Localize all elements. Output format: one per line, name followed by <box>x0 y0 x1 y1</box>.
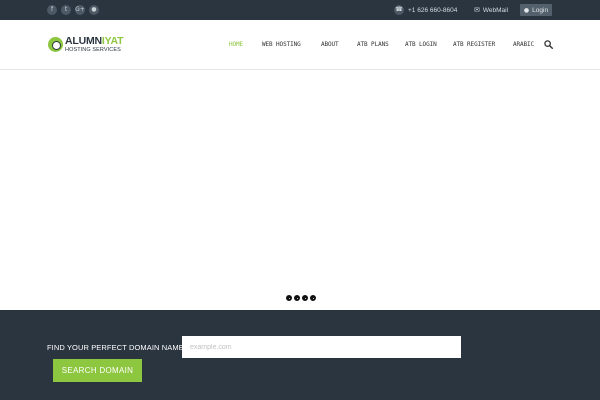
logo-text: ALUMNIYAT HOSTING SERVICES <box>65 35 124 53</box>
hero-slider <box>0 71 600 309</box>
twitter-icon[interactable]: t <box>61 5 71 15</box>
slider-dot[interactable] <box>294 295 300 301</box>
search-icon[interactable] <box>544 40 553 49</box>
phone-icon: ☎ <box>394 5 404 15</box>
top-bar: f t G+ ● ☎ +1 626 660-8604 ✉ WebMail ● L… <box>0 0 600 20</box>
slider-dot[interactable] <box>286 295 292 301</box>
logo[interactable]: ALUMNIYAT HOSTING SERVICES <box>48 35 124 53</box>
logo-subtitle: HOSTING SERVICES <box>65 46 121 53</box>
nav-item-home[interactable]: HOME <box>229 41 243 48</box>
search-domain-button[interactable]: SEARCH DOMAIN <box>53 359 142 382</box>
slider-dots <box>286 295 316 301</box>
rss-icon[interactable]: ● <box>89 5 99 15</box>
page: f t G+ ● ☎ +1 626 660-8604 ✉ WebMail ● L… <box>0 0 600 400</box>
login-label: Login <box>532 6 549 14</box>
nav-item-web-hosting[interactable]: WEB HOSTING <box>262 41 301 48</box>
nav-item-atb-login[interactable]: ATB LOGIN <box>405 41 437 48</box>
logo-name-accent: IYAT <box>101 35 124 47</box>
logo-name-main: ALUMN <box>65 35 102 47</box>
webmail-label: WebMail <box>482 6 509 14</box>
logo-name: ALUMNIYAT <box>65 35 124 47</box>
login-button[interactable]: ● Login <box>520 4 552 16</box>
slider-dot[interactable] <box>302 295 308 301</box>
slider-dot[interactable] <box>310 295 316 301</box>
domain-search-input[interactable] <box>182 336 461 358</box>
facebook-icon[interactable]: f <box>47 5 57 15</box>
mail-icon: ✉ <box>474 6 480 14</box>
phone-number: +1 626 660-8604 <box>408 6 458 14</box>
logo-mark-icon <box>48 37 63 52</box>
phone-link[interactable]: ☎ +1 626 660-8604 <box>394 4 457 16</box>
nav-item-arabic[interactable]: ARABIC <box>513 41 534 48</box>
nav-item-atb-plans[interactable]: ATB PLANS <box>357 41 389 48</box>
user-icon: ● <box>523 6 530 14</box>
google-plus-icon[interactable]: G+ <box>75 5 85 15</box>
nav-item-atb-register[interactable]: ATB REGISTER <box>453 41 495 48</box>
nav-item-about[interactable]: ABOUT <box>321 41 339 48</box>
domain-search-label: FIND YOUR PERFECT DOMAIN NAME: <box>47 343 186 352</box>
social-links: f t G+ ● <box>47 5 99 15</box>
webmail-link[interactable]: ✉ WebMail <box>474 4 508 16</box>
